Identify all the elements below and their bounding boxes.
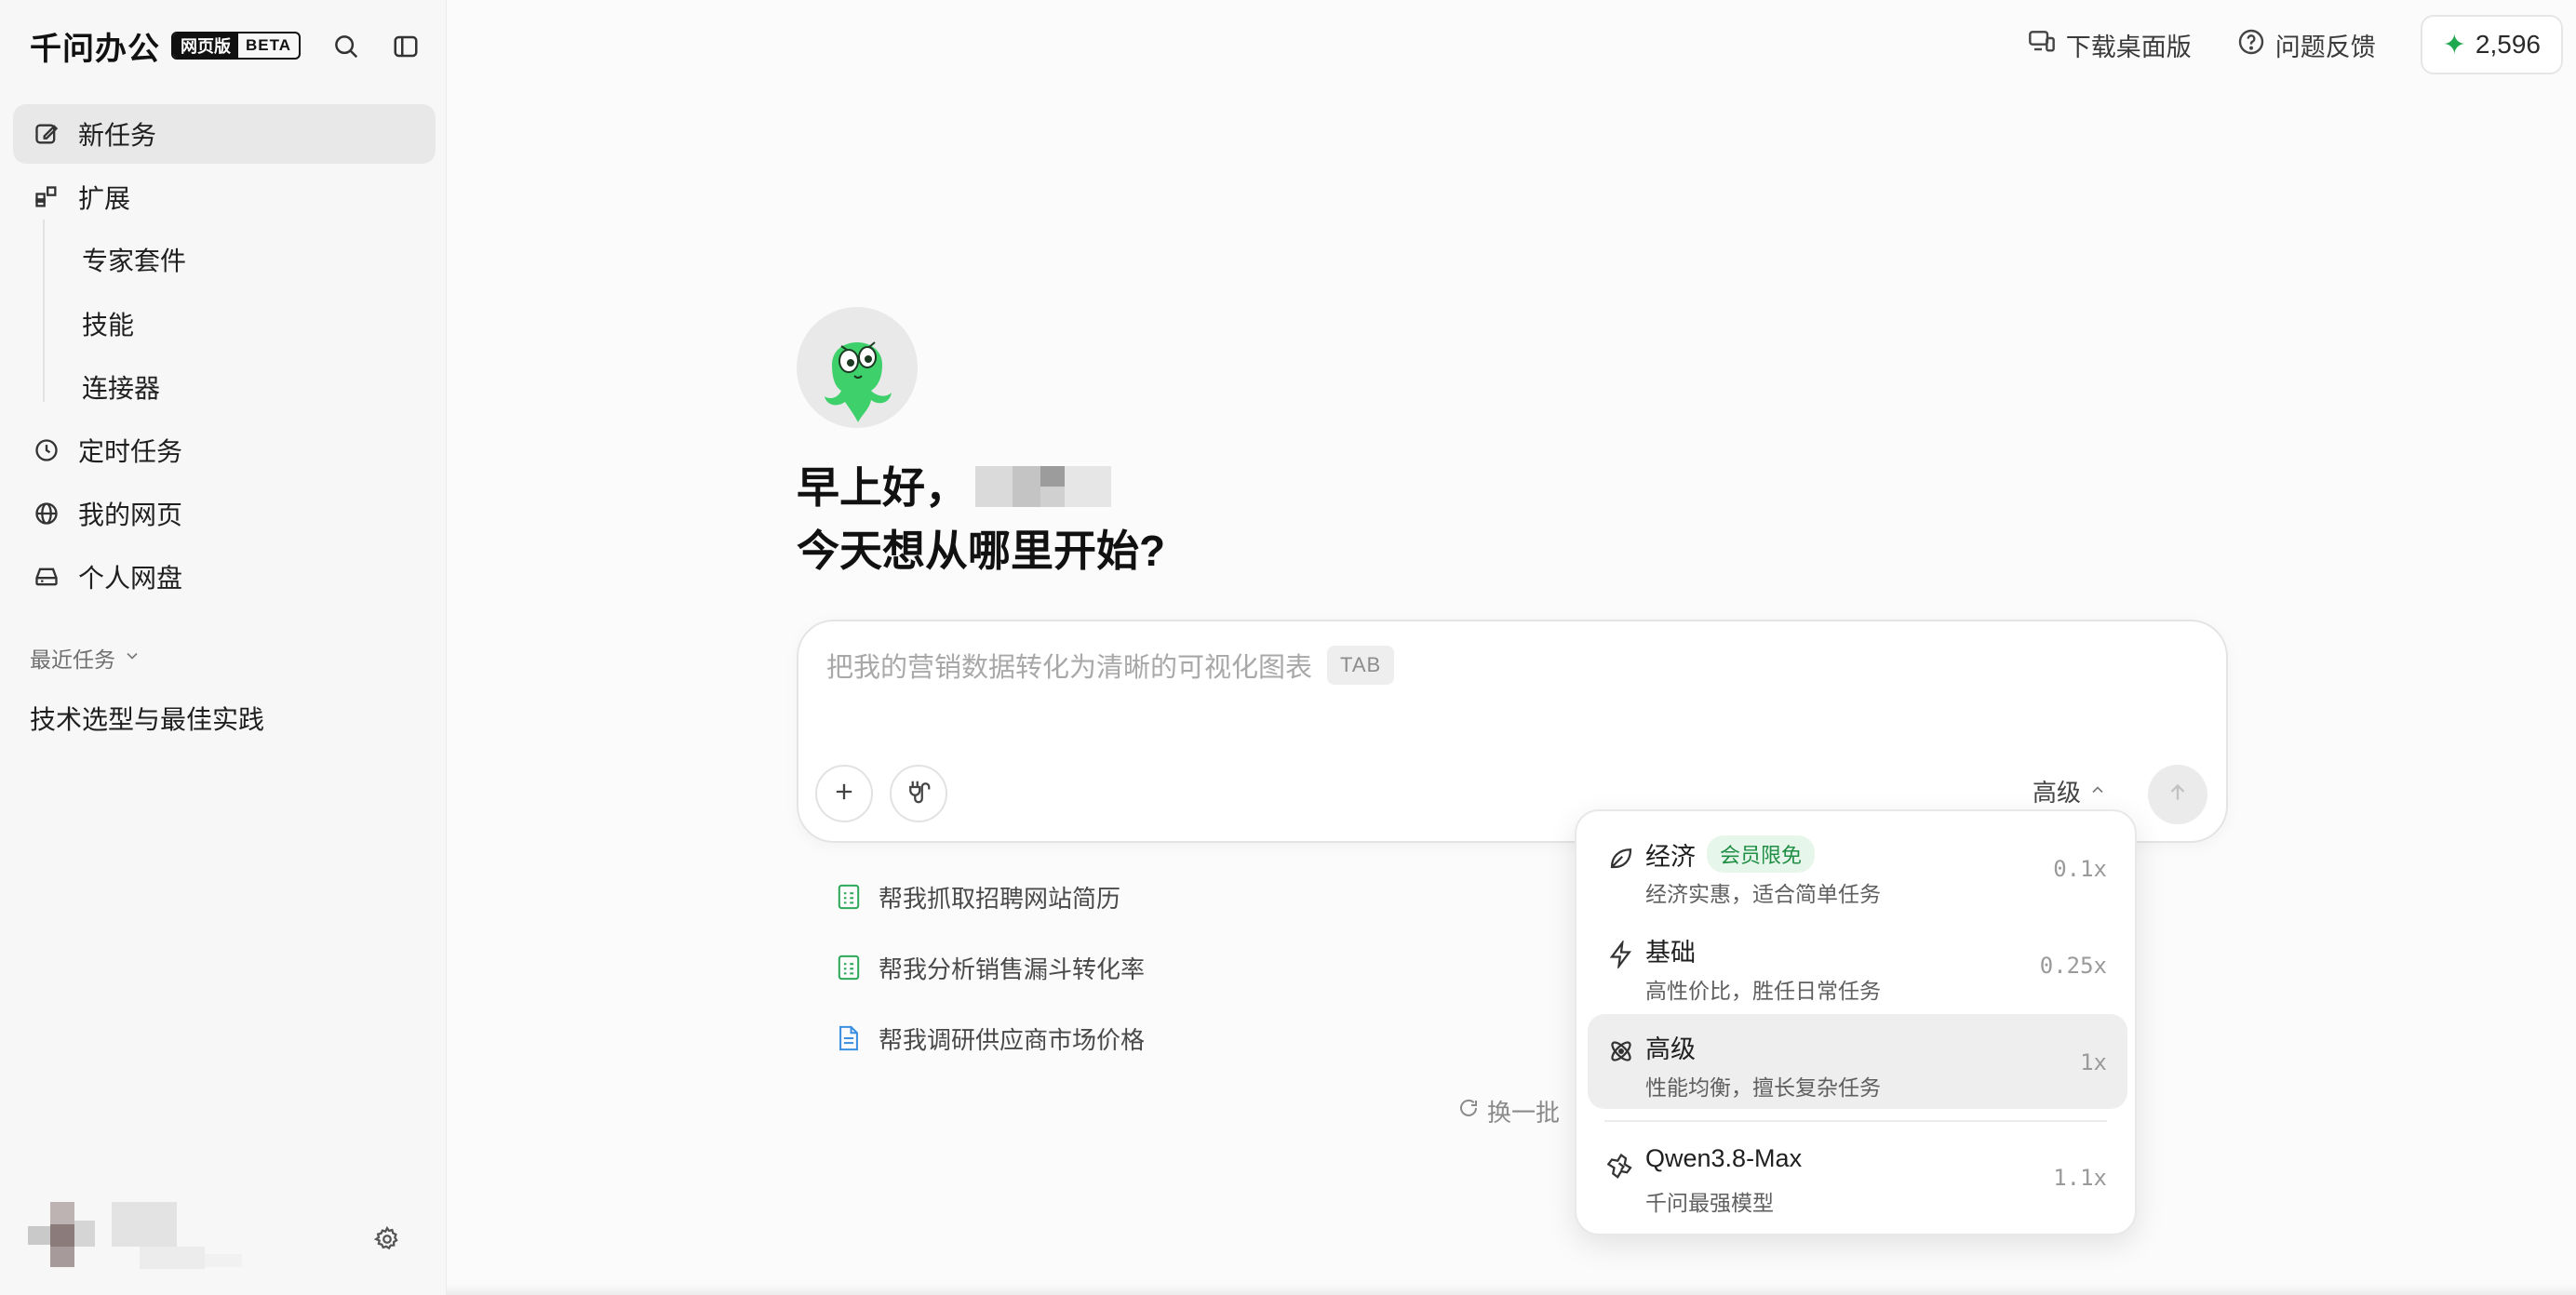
plug-icon [905, 778, 932, 810]
sidebar-item-expert-suite[interactable]: 专家套件 [82, 236, 186, 283]
model-dropdown-menu: 经济 会员限免 经济实惠，适合简单任务 0.1x 基础 高性价比，胜任日常任务 … [1575, 809, 2137, 1235]
document-icon [834, 1023, 864, 1053]
feedback-button[interactable]: 问题反馈 [2236, 27, 2376, 63]
recent-tasks-toggle[interactable]: 最近任务 [30, 642, 141, 674]
model-selector[interactable]: 高级 [2033, 774, 2107, 808]
spreadsheet-icon [834, 882, 864, 912]
model-option-title: 经济 会员限免 [1645, 835, 1816, 873]
model-option-desc: 高性价比，胜任日常任务 [1645, 979, 1881, 1003]
download-desktop-button[interactable]: 下载桌面版 [2027, 27, 2192, 63]
add-attachment-button[interactable] [815, 765, 873, 822]
model-option-economy[interactable]: 经济 会员限免 经济实惠，适合简单任务 0.1x [1588, 821, 2127, 915]
top-right-toolbar: 下载桌面版 问题反馈 ✦ 2,596 [2027, 15, 2563, 74]
member-free-badge: 会员限免 [1707, 835, 1816, 873]
brand-badge-beta: BETA [246, 36, 292, 54]
refresh-suggestions-button[interactable]: 换一批 [1457, 1094, 1560, 1128]
model-option-title: 基础 [1645, 939, 1696, 967]
sidebar-item-skills[interactable]: 技能 [82, 300, 134, 347]
app-window: 千问办公 网页版 BETA 新任务 扩展 专家套件 技能 连接器 定时任务 我的… [0, 0, 2576, 1295]
edit-icon [30, 117, 63, 151]
model-option-multiplier: 1x [2080, 1049, 2107, 1075]
atom-icon [1604, 1035, 1638, 1068]
suggestion-label: 帮我分析销售漏斗转化率 [879, 955, 1146, 983]
plus-icon [831, 779, 857, 809]
brand: 千问办公 网页版 BETA [30, 24, 427, 67]
lightning-icon [1604, 938, 1638, 971]
model-option-desc: 千问最强模型 [1645, 1191, 1774, 1215]
sidebar-item-new-task[interactable]: 新任务 [13, 104, 436, 164]
spreadsheet-icon [834, 953, 864, 982]
bottom-edge-shadow [447, 1284, 2576, 1295]
model-option-multiplier: 0.25x [2039, 953, 2107, 979]
menu-divider [1604, 1120, 2107, 1122]
model-option-advanced[interactable]: 高级 性能均衡，擅长复杂任务 1x [1588, 1014, 2127, 1109]
drive-icon [30, 560, 63, 594]
refresh-icon [1457, 1097, 1480, 1126]
model-option-title-text: 经济 [1645, 842, 1696, 871]
model-option-multiplier: 1.1x [2053, 1165, 2107, 1191]
task-input[interactable]: 把我的营销数据转化为清晰的可视化图表 TAB [826, 646, 1395, 685]
globe-icon [30, 497, 63, 530]
recent-tasks-label: 最近任务 [30, 648, 115, 672]
sub-nav-guide-line [43, 220, 45, 402]
qwen-logo-icon [1604, 1150, 1638, 1183]
suggestion-item[interactable]: 帮我分析销售漏斗转化率 [834, 947, 1145, 988]
sidebar-item-scheduled-tasks[interactable]: 定时任务 [13, 421, 436, 480]
greeting-line-1: 早上好， [797, 454, 1111, 515]
download-desktop-label: 下载桌面版 [2065, 33, 2192, 61]
suggestion-item[interactable]: 帮我抓取招聘网站简历 [834, 876, 1120, 917]
brand-badge: 网页版 BETA [171, 32, 302, 60]
sidebar-item-personal-drive[interactable]: 个人网盘 [13, 547, 436, 607]
model-option-title: Qwen3.8-Max [1645, 1144, 1803, 1172]
greeting-text: 早上好， [797, 463, 968, 512]
desktop-download-icon [2027, 27, 2066, 63]
search-icon[interactable] [328, 28, 365, 65]
model-option-basic[interactable]: 基础 高性价比，胜任日常任务 0.25x [1588, 917, 2127, 1012]
greeting-line-2: 今天想从哪里开始? [797, 527, 1166, 575]
send-button[interactable] [2148, 765, 2207, 824]
tools-button[interactable] [890, 765, 947, 822]
model-option-title: 高级 [1645, 1035, 1696, 1063]
model-option-desc: 经济实惠，适合简单任务 [1645, 882, 1881, 906]
arrow-up-icon [2166, 781, 2190, 809]
recent-task-item[interactable]: 技术选型与最佳实践 [30, 700, 264, 737]
model-option-desc: 性能均衡，擅长复杂任务 [1645, 1075, 1881, 1100]
sidebar-item-label: 新任务 [78, 121, 157, 150]
clock-icon [30, 434, 63, 467]
sidebar-item-extensions[interactable]: 扩展 [13, 167, 436, 227]
avatar[interactable] [28, 1202, 251, 1269]
extensions-icon [30, 180, 63, 214]
main-content: 下载桌面版 问题反馈 ✦ 2,596 早上好， 今天想从哪里开始? 把我的营销数… [447, 0, 2576, 1295]
suggestion-label: 帮我调研供应商市场价格 [879, 1025, 1146, 1054]
mascot-avatar [797, 307, 918, 428]
credits-value: 2,596 [2475, 30, 2541, 59]
credits-button[interactable]: ✦ 2,596 [2420, 15, 2563, 74]
suggestion-label: 帮我抓取招聘网站简历 [879, 884, 1121, 913]
sidebar-item-label: 个人网盘 [78, 564, 183, 593]
brand-badge-web: 网页版 [173, 33, 238, 58]
sidebar-item-connectors[interactable]: 连接器 [82, 364, 160, 410]
brand-name: 千问办公 [30, 31, 160, 67]
help-icon [2236, 27, 2275, 63]
sidebar-item-my-webpages[interactable]: 我的网页 [13, 484, 436, 543]
sidebar-item-label: 扩展 [78, 184, 131, 213]
model-option-multiplier: 0.1x [2053, 856, 2107, 882]
model-selector-label: 高级 [2033, 779, 2082, 807]
sidebar-toggle-icon[interactable] [387, 28, 424, 65]
sparkle-icon: ✦ [2442, 29, 2466, 60]
feedback-label: 问题反馈 [2274, 33, 2376, 61]
leaf-icon [1604, 841, 1638, 874]
tab-key-hint: TAB [1327, 646, 1395, 685]
sidebar-item-label: 我的网页 [78, 501, 183, 529]
sidebar-item-label: 定时任务 [78, 437, 183, 466]
refresh-label: 换一批 [1487, 1099, 1561, 1127]
chevron-up-icon [2088, 777, 2107, 806]
task-input-placeholder: 把我的营销数据转化为清晰的可视化图表 [826, 653, 1313, 683]
username-redacted [975, 461, 1111, 509]
model-option-qwen-max[interactable]: Qwen3.8-Max 千问最强模型 1.1x [1588, 1129, 2127, 1224]
suggestion-item[interactable]: 帮我调研供应商市场价格 [834, 1018, 1145, 1059]
gear-icon[interactable] [369, 1221, 406, 1258]
sidebar: 千问办公 网页版 BETA 新任务 扩展 专家套件 技能 连接器 定时任务 我的… [0, 0, 447, 1295]
chevron-down-icon [123, 646, 141, 671]
